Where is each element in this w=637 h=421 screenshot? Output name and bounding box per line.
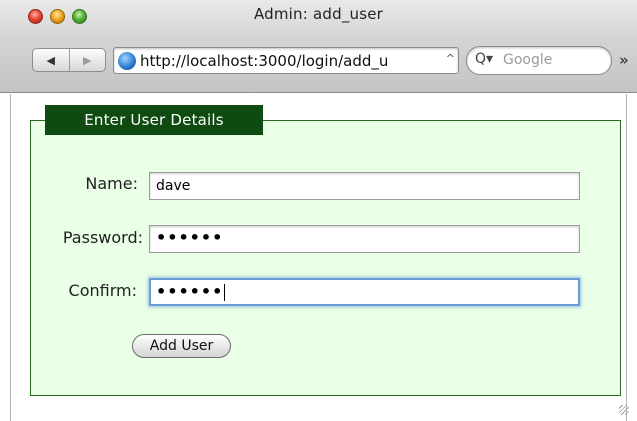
back-arrow-icon: ◀ (46, 53, 55, 67)
confirm-password-value: •••••• (156, 282, 224, 301)
url-text: http://localhost:3000/login/add_u (140, 52, 389, 70)
toolbar-overflow-icon[interactable]: » (619, 51, 629, 69)
fieldset-legend: Enter User Details (45, 105, 263, 135)
confirm-label: Confirm: (68, 281, 137, 300)
password-label: Password: (62, 228, 143, 247)
search-input[interactable]: Q▾ Google (466, 46, 612, 75)
navigation-buttons: ◀ ▶ (32, 48, 106, 72)
window-title: Admin: add_user (253, 5, 384, 23)
url-history-icon[interactable]: ^ (446, 52, 455, 65)
name-label: Name: (85, 174, 138, 193)
forward-button[interactable]: ▶ (70, 49, 106, 71)
search-placeholder: Google (503, 52, 553, 68)
forward-arrow-icon: ▶ (83, 53, 92, 67)
globe-icon (118, 52, 136, 70)
confirm-password-field[interactable]: •••••• (149, 278, 580, 306)
text-caret (224, 284, 226, 301)
add-user-button[interactable]: Add User (132, 334, 231, 358)
browser-window: Admin: add_user ◀ ▶ http://localhost:300… (0, 0, 637, 421)
password-field[interactable]: •••••• (149, 225, 580, 253)
address-bar[interactable]: http://localhost:3000/login/add_u ^ (113, 47, 459, 74)
search-icon[interactable]: Q▾ (475, 51, 493, 67)
resize-grip-icon[interactable] (619, 405, 629, 415)
back-button[interactable]: ◀ (33, 49, 70, 71)
browser-chrome: Admin: add_user ◀ ▶ http://localhost:300… (0, 0, 637, 93)
user-details-fieldset (30, 120, 621, 396)
name-field[interactable]: dave (149, 172, 580, 200)
